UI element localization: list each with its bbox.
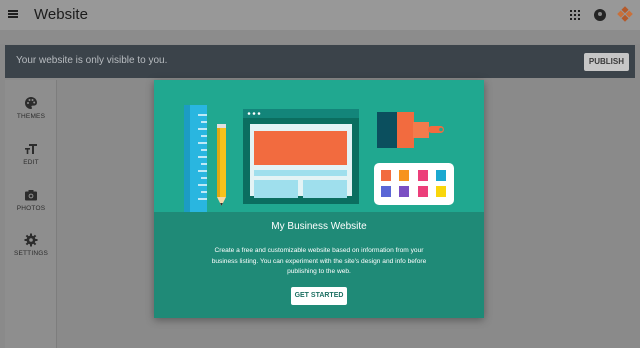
get-started-button[interactable]: GET STARTED	[291, 287, 347, 305]
sidebar-item-label: SETTINGS	[13, 250, 49, 257]
apps-grid-icon[interactable]	[570, 10, 580, 20]
gear-icon	[24, 233, 38, 247]
sidebar-item-edit[interactable]: EDIT	[5, 142, 57, 166]
brand-logo[interactable]	[617, 6, 633, 22]
menu-icon[interactable]	[8, 10, 18, 18]
account-icon[interactable]	[594, 9, 606, 21]
sidebar-item-label: PHOTOS	[16, 205, 46, 212]
ruler-icon	[184, 105, 207, 212]
palette-icon	[25, 97, 37, 109]
dialog-title: My Business Website	[271, 221, 367, 232]
paint-palette-icon	[374, 163, 454, 205]
app-bar: Website	[0, 0, 640, 30]
website-builder-illustration	[154, 80, 484, 212]
get-started-dialog: My Business Website Create a free and cu…	[154, 80, 484, 318]
sidebar-item-label: EDIT	[23, 159, 39, 166]
visibility-notice-text: Your website is only visible to you.	[16, 55, 168, 66]
sidebar-item-label: THEMES	[16, 113, 46, 120]
visibility-notice-bar: Your website is only visible to you. PUB…	[5, 45, 635, 78]
text-edit-icon	[25, 144, 37, 154]
sidebar-item-photos[interactable]: PHOTOS	[5, 188, 57, 212]
dialog-description: Create a free and customizable website b…	[211, 247, 427, 275]
appbar-spacer	[0, 30, 640, 44]
app-title: Website	[34, 6, 88, 23]
pencil-icon	[217, 124, 226, 206]
browser-window-icon	[243, 109, 359, 204]
publish-button[interactable]: PUBLISH	[583, 53, 629, 71]
camera-icon	[25, 190, 37, 201]
side-rail: THEMES EDIT PHOTOS SETTINGS	[5, 80, 57, 348]
sidebar-item-settings[interactable]: SETTINGS	[5, 233, 57, 257]
sidebar-item-themes[interactable]: THEMES	[5, 96, 57, 120]
